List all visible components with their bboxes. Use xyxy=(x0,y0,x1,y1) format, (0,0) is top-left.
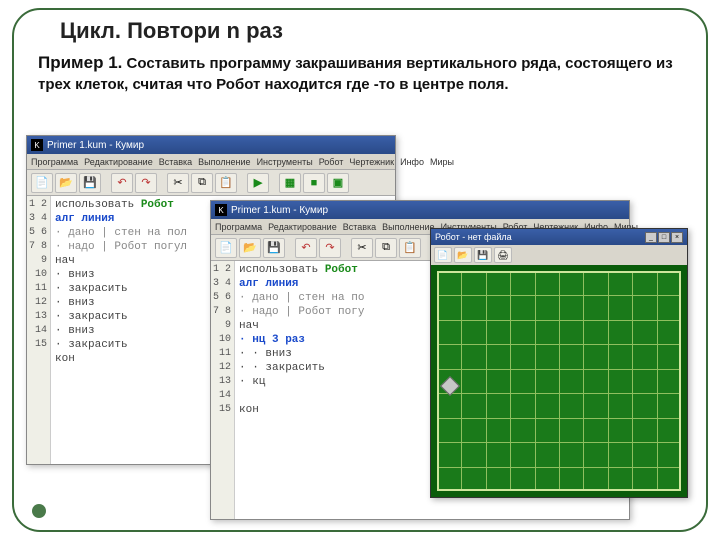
square-icon[interactable]: ■ xyxy=(303,173,325,193)
open-icon[interactable]: 📂 xyxy=(454,247,472,263)
file-icon[interactable]: 📄 xyxy=(215,238,237,258)
menu-item[interactable]: Вставка xyxy=(343,222,376,232)
close-button[interactable]: × xyxy=(671,232,683,243)
cut-icon[interactable]: ✂ xyxy=(167,173,189,193)
robot-toolbar[interactable]: 📄 📂 💾 🖨 xyxy=(431,245,687,265)
menu-item[interactable]: Программа xyxy=(31,157,78,167)
menu-item[interactable]: Инфо xyxy=(400,157,424,167)
redo-icon[interactable]: ↷ xyxy=(135,173,157,193)
paste-icon[interactable]: 📋 xyxy=(215,173,237,193)
example-text: Составить программу закрашивания вертика… xyxy=(38,55,673,93)
open-icon[interactable]: 📂 xyxy=(55,173,77,193)
menu-item[interactable]: Инструменты xyxy=(257,157,313,167)
copy-icon[interactable]: ⧉ xyxy=(191,173,213,193)
undo-icon[interactable]: ↶ xyxy=(295,238,317,258)
menu-item[interactable]: Робот xyxy=(319,157,344,167)
save-icon[interactable]: 💾 xyxy=(474,247,492,263)
print-icon[interactable]: 🖨 xyxy=(494,247,512,263)
file-icon[interactable]: 📄 xyxy=(31,173,53,193)
menu-item[interactable]: Миры xyxy=(430,157,454,167)
maximize-button[interactable]: □ xyxy=(658,232,670,243)
grid-icon[interactable]: ▦ xyxy=(279,173,301,193)
app-icon: K xyxy=(31,139,43,151)
robot-window: Робот - нет файла _ □ × 📄 📂 💾 🖨 xyxy=(430,228,688,498)
bracket-icon[interactable]: ▣ xyxy=(327,173,349,193)
grid-border xyxy=(437,271,681,491)
copy-icon[interactable]: ⧉ xyxy=(375,238,397,258)
gutter-2: 1 2 3 4 5 6 7 8 9 10 11 12 13 14 15 xyxy=(211,261,235,519)
robot-titlebar[interactable]: Робот - нет файла _ □ × xyxy=(431,229,687,245)
menu-item[interactable]: Редактирование xyxy=(84,157,153,167)
menu-item[interactable]: Выполнение xyxy=(382,222,434,232)
open-icon[interactable]: 📂 xyxy=(239,238,261,258)
robot-grid[interactable] xyxy=(437,271,681,491)
run-icon[interactable]: ▶ xyxy=(247,173,269,193)
titlebar-2[interactable]: K Primer 1.kum - Кумир xyxy=(211,201,629,219)
undo-icon[interactable]: ↶ xyxy=(111,173,133,193)
paste-icon[interactable]: 📋 xyxy=(399,238,421,258)
redo-icon[interactable]: ↷ xyxy=(319,238,341,258)
save-icon[interactable]: 💾 xyxy=(79,173,101,193)
gutter-1: 1 2 3 4 5 6 7 8 9 10 11 12 13 14 15 xyxy=(27,196,51,464)
menu-item[interactable]: Вставка xyxy=(159,157,192,167)
titlebar-1[interactable]: K Primer 1.kum - Кумир xyxy=(27,136,395,154)
cut-icon[interactable]: ✂ xyxy=(351,238,373,258)
menu-item[interactable]: Выполнение xyxy=(198,157,250,167)
decorative-dot xyxy=(32,504,46,518)
app-icon: K xyxy=(215,204,227,216)
menubar-1[interactable]: Программа Редактирование Вставка Выполнение… xyxy=(27,154,395,170)
minimize-button[interactable]: _ xyxy=(645,232,657,243)
slide-title: Цикл. Повтори n раз xyxy=(60,18,283,44)
robot-title-text: Робот - нет файла xyxy=(435,232,512,242)
toolbar-1[interactable]: 📄📂💾 ↶↷ ✂⧉📋 ▶ ▦■▣ xyxy=(27,170,395,196)
menu-item[interactable]: Чертежник xyxy=(349,157,394,167)
window-title-2: Primer 1.kum - Кумир xyxy=(231,205,328,216)
slide-subtitle: Пример 1. Составить программу закрашиван… xyxy=(38,52,680,95)
window-buttons: _ □ × xyxy=(645,232,683,243)
menu-item[interactable]: Программа xyxy=(215,222,262,232)
menu-item[interactable]: Редактирование xyxy=(268,222,337,232)
window-title-1: Primer 1.kum - Кумир xyxy=(47,140,144,151)
file-icon[interactable]: 📄 xyxy=(434,247,452,263)
example-lead: Пример 1. xyxy=(38,53,122,72)
save-icon[interactable]: 💾 xyxy=(263,238,285,258)
